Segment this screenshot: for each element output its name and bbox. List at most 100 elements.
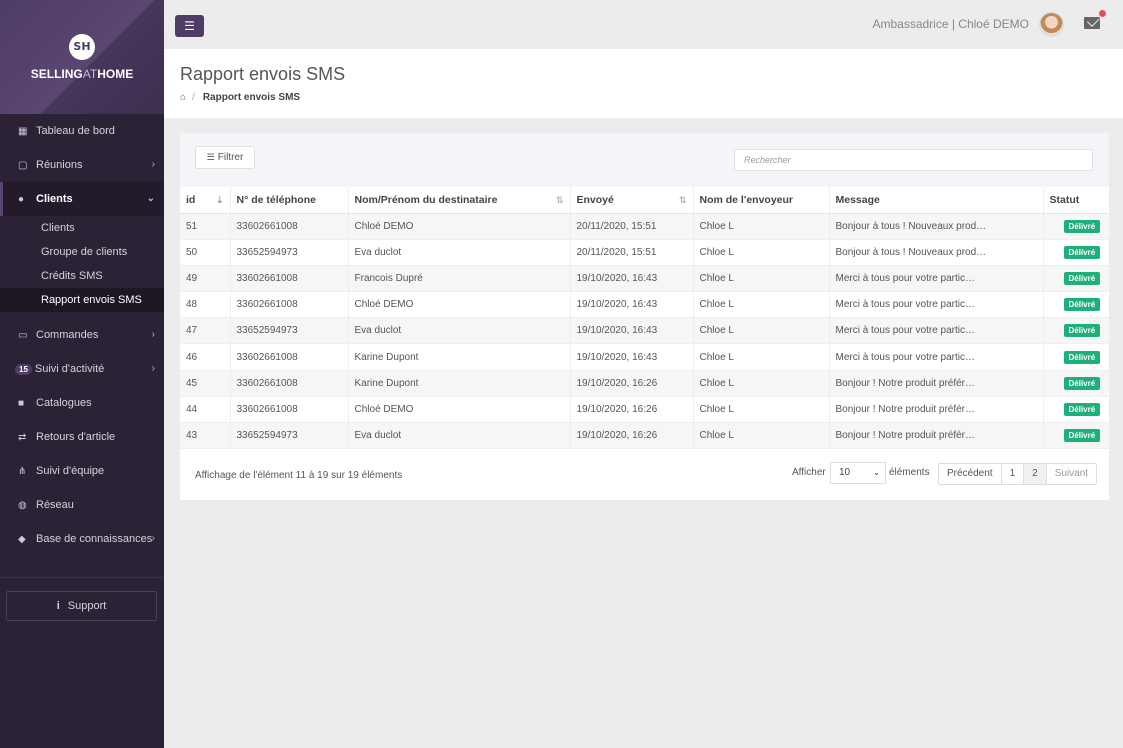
column-header-recipient[interactable]: Nom/Prénom du destinataire ⇅ — [348, 187, 571, 214]
sidebar-item-suivi-activite[interactable]: 15 Suivi d'activité › — [0, 352, 164, 386]
sidebar-item-base-connaissances[interactable]: ◆ Base de connaissances › — [0, 522, 164, 556]
cell-sent: 19/10/2020, 16:43 — [570, 291, 694, 319]
cell-sender: Chloe L — [693, 213, 830, 240]
clients-subnav: Clients Groupe de clients Crédits SMS Ra… — [0, 216, 164, 312]
page-header: Rapport envois SMS ⌂ / Rapport envois SM… — [164, 49, 1123, 118]
cell-recipient: Francois Dupré — [348, 265, 571, 293]
breadcrumb-separator: / — [192, 92, 195, 103]
cell-sent: 20/11/2020, 15:51 — [570, 213, 694, 240]
sidebar-item-suivi-equipe[interactable]: ⋔ Suivi d'équipe — [0, 454, 164, 488]
brand-logo[interactable]: SH SELLINGATHOME — [0, 0, 164, 114]
sidebar-item-tableau-de-bord[interactable]: ▦ Tableau de bord — [0, 114, 164, 148]
table-row[interactable]: 49 33602661008 Francois Dupré 19/10/2020, 1… — [180, 265, 1109, 293]
sidebar-divider — [0, 577, 164, 578]
status-badge: Délivré — [1063, 245, 1101, 259]
table-info: Affichage de l'élément 11 à 19 sur 19 él… — [195, 470, 403, 481]
table-row[interactable]: 46 33602661008 Karine Dupont 19/10/2020, 16… — [180, 343, 1109, 371]
cell-phone: 33652594973 — [230, 239, 349, 266]
cell-id: 47 — [180, 317, 231, 345]
status-badge: Délivré — [1063, 271, 1101, 285]
subnav-item-credits-sms[interactable]: Crédits SMS — [0, 264, 164, 288]
column-header-phone[interactable]: N° de téléphone — [230, 187, 349, 214]
user-label[interactable]: Ambassadrice | Chloé DEMO — [872, 17, 1029, 31]
column-header-message[interactable]: Message — [829, 187, 1044, 214]
cell-status: Délivré — [1043, 343, 1109, 371]
avatar[interactable] — [1039, 12, 1064, 37]
page-title: Rapport envois SMS — [180, 64, 346, 84]
cell-recipient: Chloé DEMO — [348, 213, 571, 240]
sidebar-item-commandes[interactable]: ▭ Commandes › — [0, 318, 164, 352]
cell-recipient: Karine Dupont — [348, 343, 571, 371]
exchange-icon: ⇄ — [18, 431, 27, 443]
column-header-id[interactable]: id ⇣ — [180, 187, 231, 214]
home-icon[interactable]: ⌂ — [180, 92, 186, 103]
cell-phone: 33652594973 — [230, 317, 349, 345]
table-row[interactable]: 47 33652594973 Eva duclot 19/10/2020, 16:43… — [180, 317, 1109, 345]
cell-status: Délivré — [1043, 239, 1109, 266]
cell-sent: 20/11/2020, 15:51 — [570, 239, 694, 266]
column-header-status[interactable]: Statut — [1043, 187, 1109, 214]
table-row[interactable]: 43 33652594973 Eva duclot 19/10/2020, 16:26… — [180, 422, 1109, 450]
logo-mark: SH — [69, 34, 95, 60]
graduation-cap-icon: ◆ — [18, 533, 26, 545]
pagination-page-2[interactable]: 2 — [1024, 464, 1047, 484]
menu-toggle-button[interactable]: ☰ — [175, 15, 204, 37]
cell-id: 45 — [180, 370, 231, 397]
sort-desc-icon: ⇣ — [215, 195, 224, 205]
sort-icon: ⇅ — [678, 195, 687, 205]
status-badge: Délivré — [1063, 402, 1101, 416]
status-badge: Délivré — [1063, 376, 1101, 390]
subnav-item-groupe-de-clients[interactable]: Groupe de clients — [0, 240, 164, 264]
cell-sender: Chloe L — [693, 291, 830, 319]
table-row[interactable]: 48 33602661008 Chloé DEMO 19/10/2020, 16:43… — [180, 291, 1109, 319]
pagination-previous[interactable]: Précédent — [939, 464, 1002, 484]
status-badge: Délivré — [1063, 219, 1101, 233]
pagination-page-1[interactable]: 1 — [1002, 464, 1025, 484]
support-button[interactable]: i Support — [6, 591, 157, 621]
pagination-next[interactable]: Suivant — [1047, 464, 1096, 484]
filter-button[interactable]: ☰ Filtrer — [195, 146, 255, 169]
sidebar-item-label: Commandes — [36, 329, 99, 341]
cell-recipient: Chloé DEMO — [348, 291, 571, 319]
table-row[interactable]: 50 33652594973 Eva duclot 20/11/2020, 15:51… — [180, 239, 1109, 266]
book-icon: ■ — [18, 397, 25, 409]
subnav-item-rapport-envois-sms[interactable]: Rapport envois SMS — [0, 288, 164, 312]
table-row[interactable]: 51 33602661008 Chloé DEMO 20/11/2020, 15:51… — [180, 213, 1109, 240]
cell-message: Merci à tous pour votre partic… — [829, 317, 1044, 345]
breadcrumb-current: Rapport envois SMS — [202, 92, 301, 103]
sort-icon: ⇅ — [555, 195, 564, 205]
status-badge: Délivré — [1063, 350, 1101, 364]
cell-sent: 19/10/2020, 16:26 — [570, 396, 694, 424]
cell-phone: 33652594973 — [230, 422, 349, 450]
column-header-sent[interactable]: Envoyé ⇅ — [570, 187, 694, 214]
table-row[interactable]: 44 33602661008 Chloé DEMO 19/10/2020, 16:26… — [180, 396, 1109, 424]
subnav-item-clients[interactable]: Clients — [0, 216, 164, 240]
cell-phone: 33602661008 — [230, 213, 349, 240]
chevron-right-icon: › — [151, 533, 155, 544]
cell-recipient: Karine Dupont — [348, 370, 571, 397]
cell-sent: 19/10/2020, 16:26 — [570, 370, 694, 397]
sidebar-item-clients[interactable]: ● Clients ⌄ — [0, 182, 164, 216]
cell-status: Délivré — [1043, 396, 1109, 424]
cell-sender: Chloe L — [693, 265, 830, 293]
table-row[interactable]: 45 33602661008 Karine Dupont 19/10/2020, 16… — [180, 370, 1109, 397]
mail-icon[interactable] — [1084, 17, 1100, 29]
cell-status: Délivré — [1043, 317, 1109, 345]
sidebar-item-label: Suivi d'équipe — [36, 465, 105, 477]
page-size-select[interactable]: 10 ⌄ — [830, 462, 886, 484]
cell-message: Merci à tous pour votre partic… — [829, 265, 1044, 293]
sliders-icon: ☰ — [206, 152, 215, 162]
credit-card-icon: ▭ — [18, 329, 28, 341]
grid-icon: ▦ — [18, 125, 28, 137]
chevron-right-icon: › — [151, 159, 155, 170]
sidebar-item-retours[interactable]: ⇄ Retours d'article — [0, 420, 164, 454]
sidebar-item-label: Suivi d'activité — [34, 363, 105, 375]
sidebar-item-reseau[interactable]: ◍ Réseau — [0, 488, 164, 522]
cell-recipient: Eva duclot — [348, 422, 571, 450]
column-header-sender[interactable]: Nom de l'envoyeur — [693, 187, 830, 214]
sidebar-item-reunions[interactable]: ▢ Réunions › — [0, 148, 164, 182]
cell-sender: Chloe L — [693, 317, 830, 345]
search-input[interactable] — [734, 149, 1093, 171]
cell-id: 46 — [180, 343, 231, 371]
sidebar-item-catalogues[interactable]: ■ Catalogues — [0, 386, 164, 420]
